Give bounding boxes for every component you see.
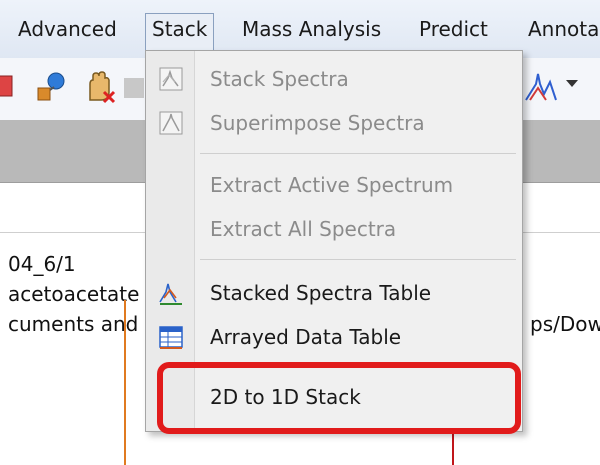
doc-line-1: 04_6/1 xyxy=(8,252,76,276)
spectrum-trace-orange xyxy=(124,300,126,465)
menu-separator xyxy=(200,259,516,260)
stack-spectra-icon xyxy=(159,67,183,91)
menu-item-label: Arrayed Data Table xyxy=(210,325,402,349)
menu-item-label: Extract All Spectra xyxy=(210,217,397,241)
superimpose-spectra-icon xyxy=(159,111,183,135)
menu-item-stacked-spectra-table[interactable]: Stacked Spectra Table xyxy=(146,273,522,313)
tool-icon[interactable] xyxy=(0,70,34,104)
menu-item-label: Stack Spectra xyxy=(210,67,349,91)
menu-item-label: Extract Active Spectrum xyxy=(210,173,454,197)
arrayed-data-table-icon xyxy=(159,326,183,349)
doc-line-3: cuments and xyxy=(8,312,139,336)
spectrum-icon[interactable] xyxy=(524,70,558,104)
hand-icon[interactable] xyxy=(82,70,116,104)
menu-annotation[interactable]: Annota xyxy=(522,14,600,44)
menu-predict[interactable]: Predict xyxy=(413,14,494,44)
doc-line-3-right: ps/Dow xyxy=(530,312,600,336)
network-icon[interactable] xyxy=(34,70,68,104)
menu-item-extract-active-spectrum[interactable]: Extract Active Spectrum xyxy=(146,165,522,205)
menu-item-arrayed-data-table[interactable]: Arrayed Data Table xyxy=(146,317,522,357)
menu-mass-analysis[interactable]: Mass Analysis xyxy=(236,14,387,44)
menu-item-superimpose-spectra[interactable]: Superimpose Spectra xyxy=(146,103,522,143)
menu-item-stack-spectra[interactable]: Stack Spectra xyxy=(146,59,522,99)
doc-line-2: acetoacetate xyxy=(8,282,140,306)
stacked-spectra-table-icon xyxy=(159,283,182,305)
menu-item-extract-all-spectra[interactable]: Extract All Spectra xyxy=(146,209,522,249)
menu-separator xyxy=(200,153,516,154)
menu-advanced[interactable]: Advanced xyxy=(12,14,123,44)
menu-item-label: Stacked Spectra Table xyxy=(210,281,432,305)
highlight-box xyxy=(157,362,521,434)
spectrum-dropdown-icon[interactable] xyxy=(566,80,578,87)
menu-item-label: Superimpose Spectra xyxy=(210,111,425,135)
menu-stack[interactable]: Stack xyxy=(145,13,215,50)
